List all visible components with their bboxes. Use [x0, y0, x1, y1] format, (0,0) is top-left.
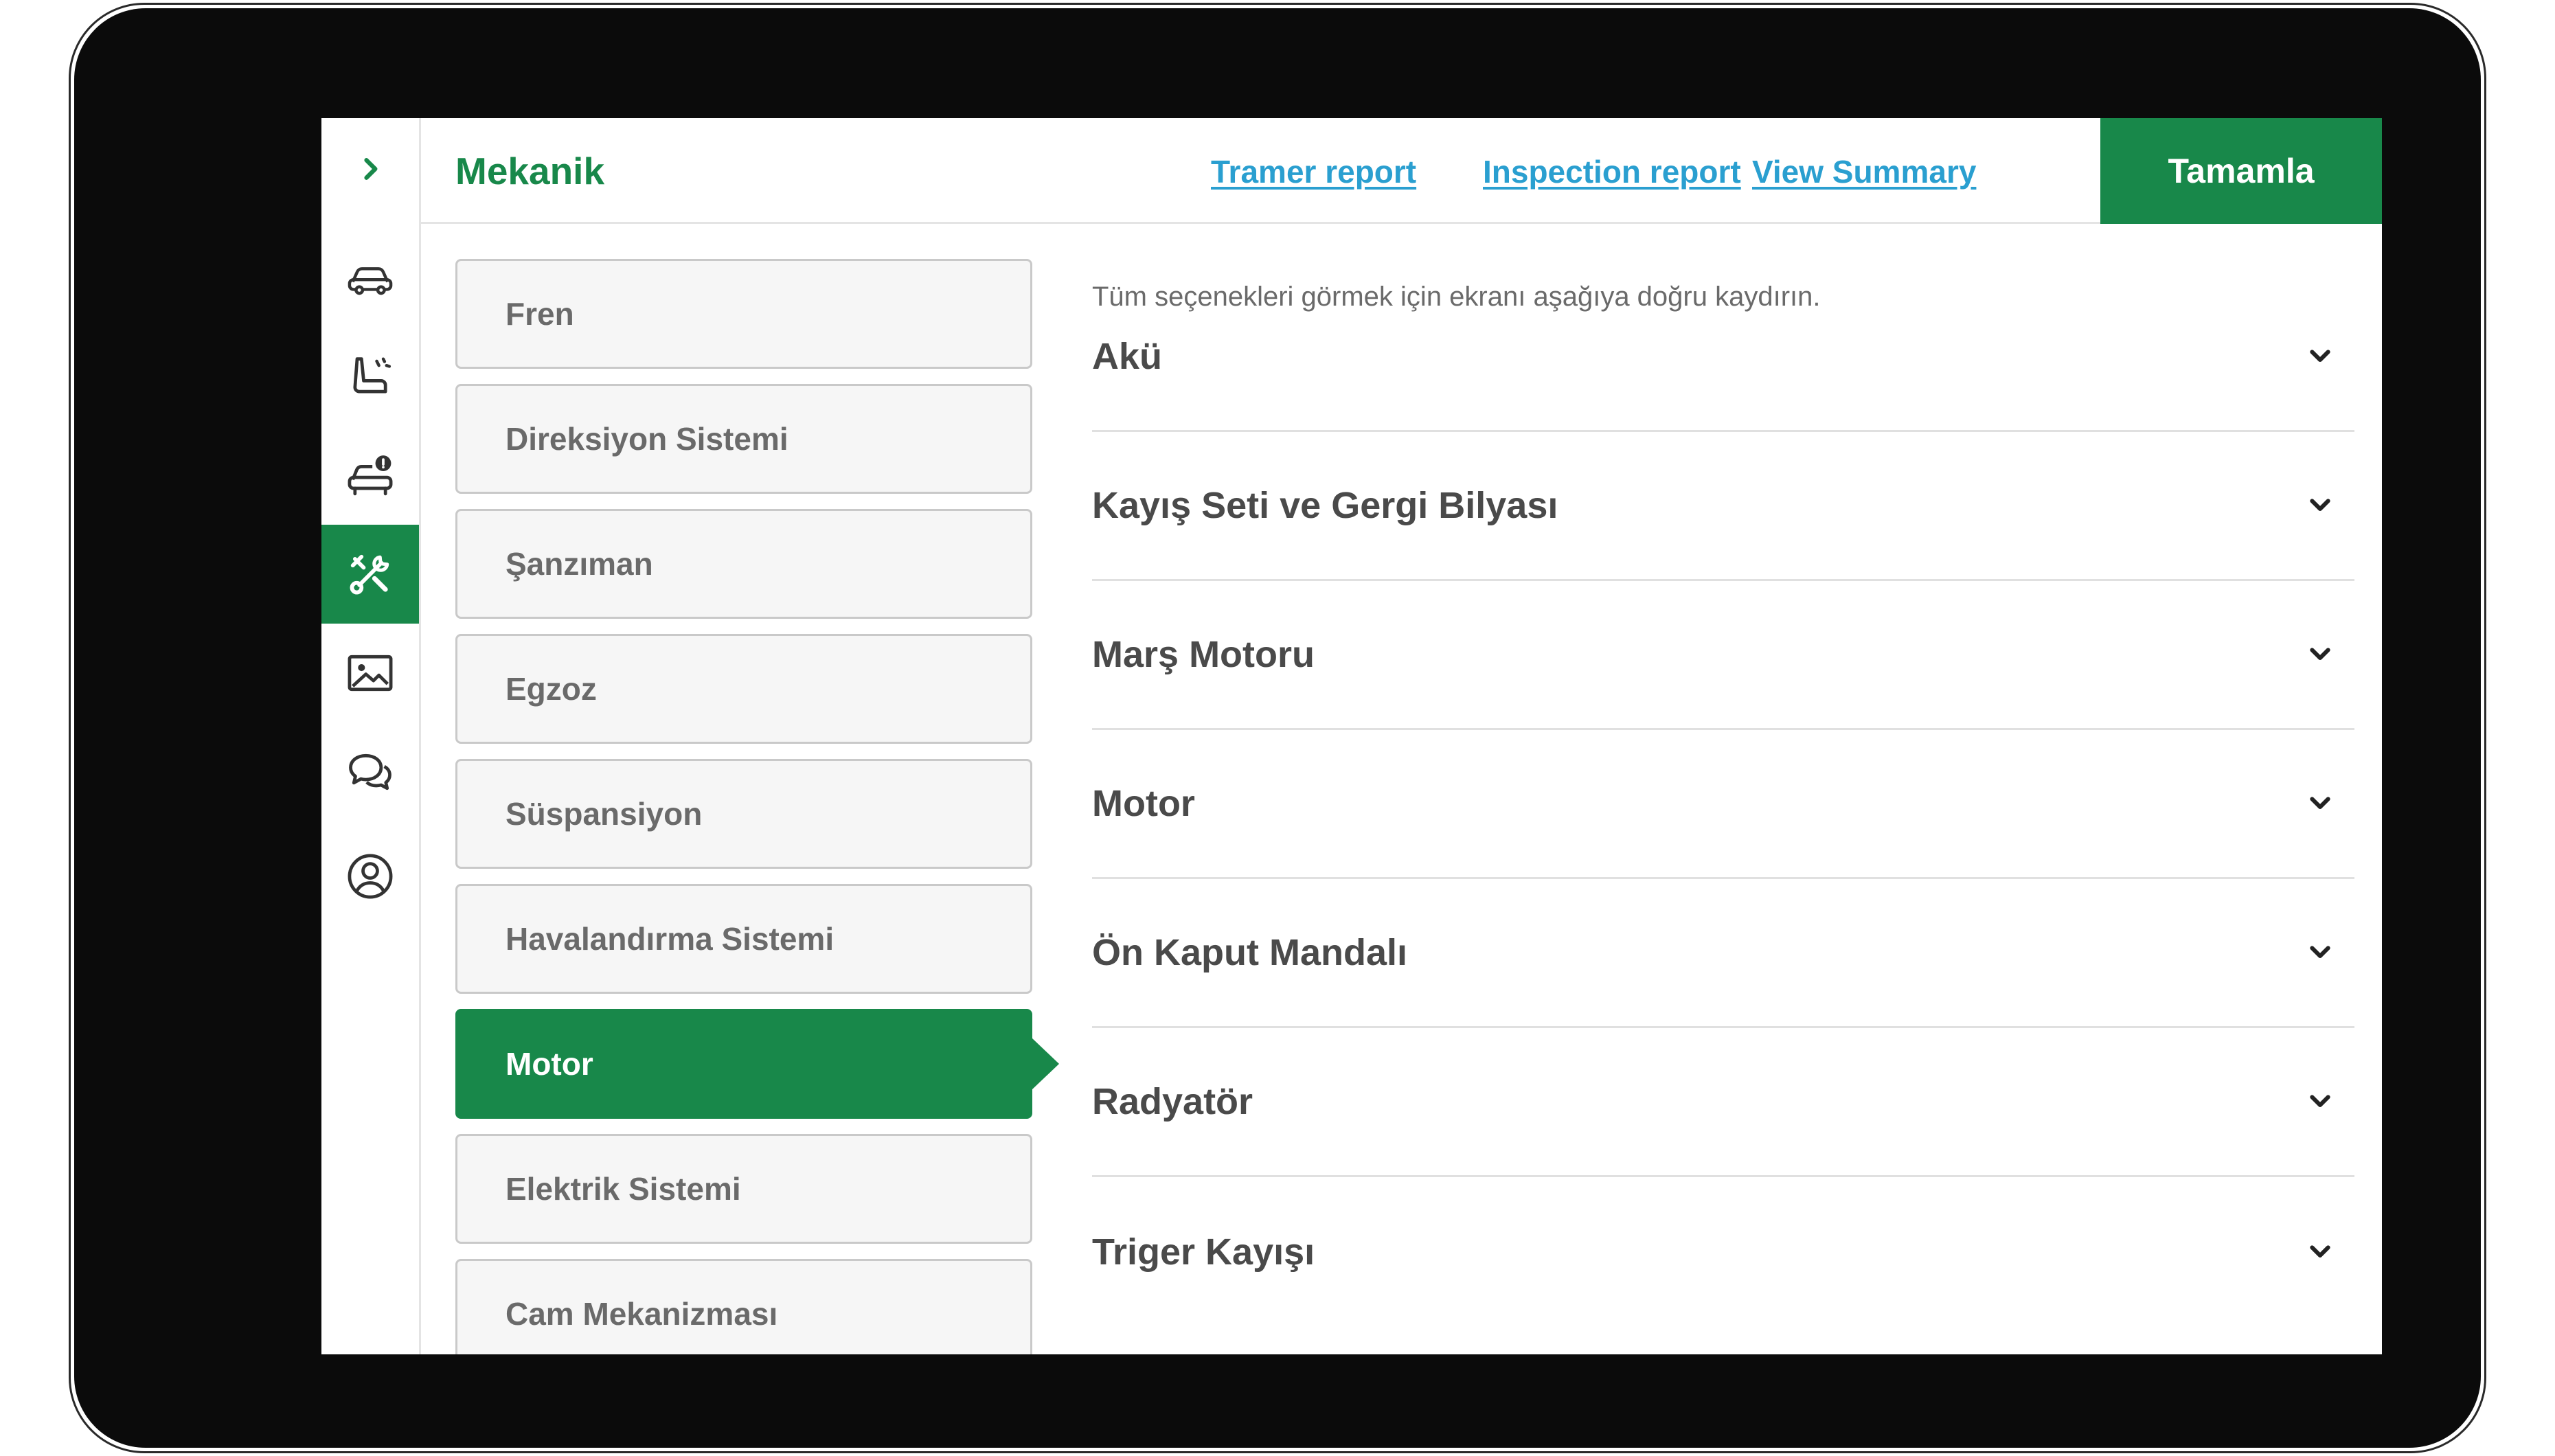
category-item-fren[interactable]: Fren — [455, 259, 1032, 369]
car-warning-icon — [348, 455, 393, 496]
accordion-row-triger-kayisi[interactable]: Triger Kayışı — [1092, 1177, 2354, 1326]
accordion-row-on-kaput-mandali[interactable]: Ön Kaput Mandalı — [1092, 879, 2354, 1028]
rail-item-photos[interactable] — [321, 624, 419, 723]
chevron-down-icon — [2310, 797, 2330, 809]
rail-item-vehicle[interactable] — [321, 228, 419, 327]
chevron-down-icon — [2310, 1244, 2330, 1258]
inspection-report-link[interactable]: Inspection report — [1483, 151, 1741, 192]
category-item-direksiyon[interactable]: Direksiyon Sistemi — [455, 384, 1032, 494]
top-header: Mekanik Tramer report Inspection report … — [421, 118, 2382, 224]
car-seat-icon — [353, 357, 391, 394]
page-title: Mekanik — [455, 150, 605, 192]
accordion-label: Akü — [1092, 336, 1163, 377]
category-item-sanziman[interactable]: Şanzıman — [455, 509, 1032, 619]
chevron-down-icon — [2310, 499, 2330, 511]
accordion-row-aku[interactable]: Akü — [1092, 283, 2354, 432]
category-item-egzoz[interactable]: Egzoz — [455, 634, 1032, 744]
tramer-report-link[interactable]: Tramer report — [1211, 151, 1416, 192]
car-icon — [348, 267, 393, 295]
accordion-label: Motor — [1092, 783, 1195, 824]
category-item-motor[interactable]: Motor — [455, 1009, 1059, 1119]
chevron-down-icon — [2310, 350, 2330, 362]
icon-rail — [321, 118, 421, 1354]
rail-item-profile[interactable] — [321, 827, 419, 926]
chevron-down-icon — [2310, 1095, 2330, 1107]
chevron-right-icon — [364, 158, 378, 180]
rail-item-comments[interactable] — [321, 723, 419, 821]
rail-item-damage[interactable] — [321, 426, 419, 525]
accordion-label: Marş Motoru — [1092, 634, 1315, 675]
accordion-label: Radyatör — [1092, 1081, 1253, 1122]
view-summary-link[interactable]: View Summary — [1752, 151, 1976, 192]
expand-rail-button[interactable] — [321, 120, 419, 218]
tablet-frame: Mekanik Tramer report Inspection report … — [74, 8, 2481, 1448]
user-circle-icon — [348, 854, 393, 899]
tools-icon — [350, 554, 389, 595]
accordion-row-radyator[interactable]: Radyatör — [1092, 1028, 2354, 1177]
image-icon — [348, 655, 393, 692]
rail-item-mechanic[interactable] — [321, 525, 419, 624]
complete-button[interactable]: Tamamla — [2100, 118, 2382, 224]
accordion-row-mars-motoru[interactable]: Marş Motoru — [1092, 581, 2354, 730]
rail-item-interior[interactable] — [321, 327, 419, 426]
accordion-label: Triger Kayışı — [1092, 1231, 1315, 1273]
chevron-down-icon — [2310, 648, 2330, 660]
accordion-row-kayis-seti[interactable]: Kayış Seti ve Gergi Bilyası — [1092, 432, 2354, 581]
category-item-havalandirma[interactable]: Havalandırma Sistemi — [455, 884, 1032, 994]
accordion-label: Kayış Seti ve Gergi Bilyası — [1092, 485, 1558, 526]
accordion-label: Ön Kaput Mandalı — [1092, 932, 1407, 973]
category-item-suspansiyon[interactable]: Süspansiyon — [455, 759, 1032, 869]
category-item-elektrik[interactable]: Elektrik Sistemi — [455, 1134, 1032, 1244]
accordion-row-motor[interactable]: Motor — [1092, 730, 2354, 879]
chevron-down-icon — [2310, 946, 2330, 958]
chat-icon — [349, 753, 391, 790]
category-item-cam-mekanizmasi[interactable]: Cam Mekanizması — [455, 1259, 1032, 1354]
app-screen: Mekanik Tramer report Inspection report … — [321, 118, 2382, 1354]
